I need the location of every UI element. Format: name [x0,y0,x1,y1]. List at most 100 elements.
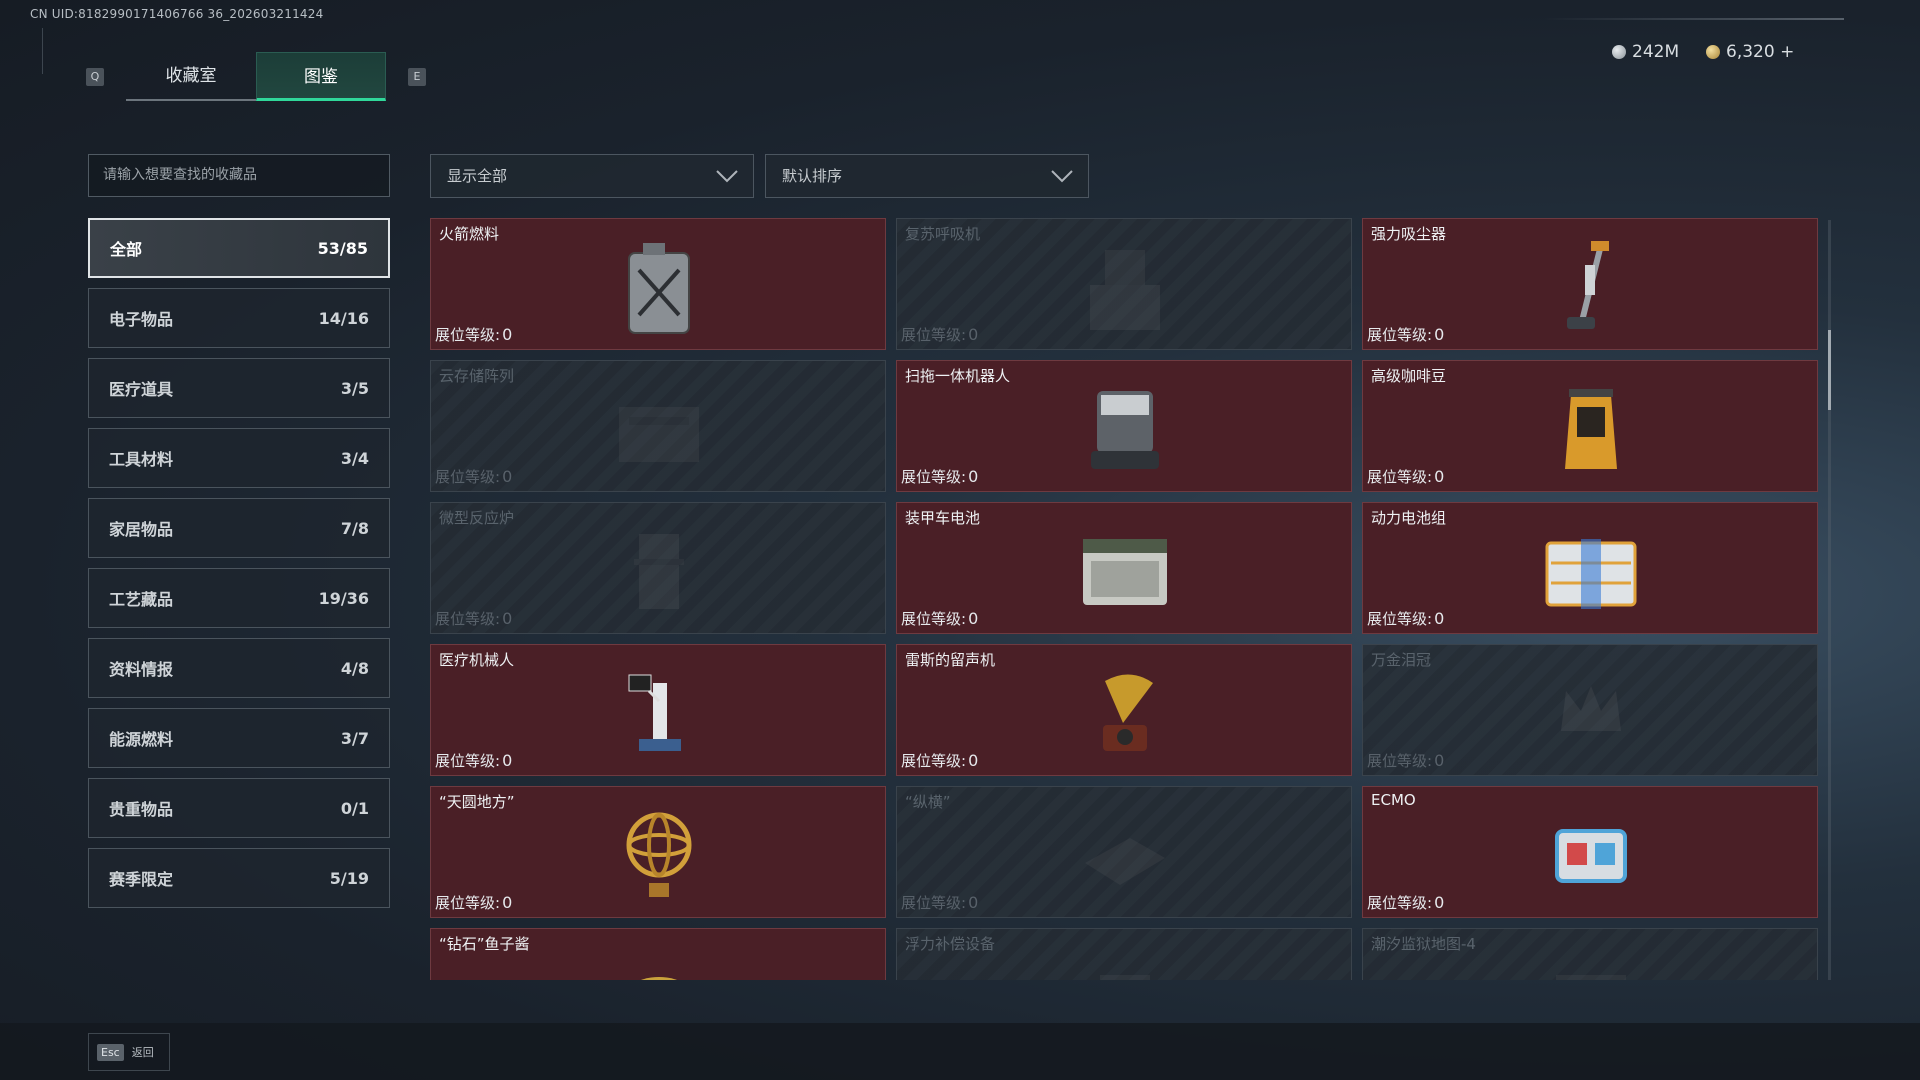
category-label: 全部 [110,240,143,259]
item-card[interactable]: 扫拖一体机器人 展位等级: 0 [896,360,1352,492]
ecmo-icon [1555,829,1627,883]
gramophone-icon [1103,674,1153,751]
item-level: 展位等级: 0 [1367,892,1444,913]
item-name: 装甲车电池 [905,509,981,527]
filter-dropdown[interactable]: 显示全部 [430,154,754,198]
car-battery-icon [1083,539,1167,605]
item-level-value: 0 [502,325,513,344]
category-count: 3/4 [340,448,369,468]
tab-catalog[interactable]: 图鉴 [256,52,386,101]
item-card[interactable]: 万金泪冠展位等级: 0 [1362,644,1818,776]
item-card[interactable]: 云存储阵列 展位等级: 0 [430,360,886,492]
item-card[interactable]: “纵横” 展位等级: 0 [896,786,1352,918]
item-level-value: 0 [1434,325,1445,344]
currency-silver-value: 242M [1632,42,1680,62]
currency-gold[interactable]: 6,320 + [1706,42,1794,62]
item-name: 潮汐监狱地图-4 [1371,935,1476,953]
armillary-icon [626,812,692,897]
ventilator-icon [1090,250,1160,330]
item-card[interactable]: “天圆地方” 展位等级: 0 [430,786,886,918]
map-icon [1556,975,1626,980]
item-name: 雷斯的留声机 [905,651,996,669]
gold-coin-icon [1706,45,1720,59]
category-energy[interactable]: 能源燃料 3/7 [88,708,390,768]
item-card[interactable]: 强力吸尘器 展位等级: 0 [1362,218,1818,350]
category-label: 资料情报 [109,660,174,679]
tab-bar: 收藏室 图鉴 [126,52,386,102]
item-card[interactable]: 高级咖啡豆 展位等级: 0 [1362,360,1818,492]
item-card[interactable]: 雷斯的留声机展位等级: 0 [896,644,1352,776]
item-level-label: 展位等级: [435,610,501,628]
category-medical[interactable]: 医疗道具 3/5 [88,358,390,418]
bcd-icon [1100,975,1150,980]
item-level: 展位等级: 0 [435,466,512,487]
item-level-value: 0 [968,325,979,344]
item-level-value: 0 [502,609,513,628]
item-level-value: 0 [502,751,513,770]
category-count: 4/8 [340,658,369,678]
item-level: 展位等级: 0 [901,324,978,345]
item-level-label: 展位等级: [1367,894,1433,912]
tab-collection-room[interactable]: 收藏室 [126,52,256,101]
item-level-label: 展位等级: [435,752,501,770]
filter-dropdown-value: 显示全部 [447,167,508,185]
category-label: 家居物品 [109,520,174,539]
item-level-value: 0 [968,609,979,628]
category-label: 能源燃料 [109,730,174,749]
item-level-value: 0 [968,751,979,770]
item-card[interactable]: 微型反应炉 展位等级: 0 [430,502,886,634]
category-all[interactable]: 全部 53/85 [88,218,390,278]
item-level-label: 展位等级: [901,752,967,770]
reactor-icon [634,534,684,609]
item-level-label: 展位等级: [1367,752,1433,770]
currency-silver: 242M [1612,42,1679,62]
item-level: 展位等级: 0 [901,608,978,629]
item-card[interactable]: 动力电池组 展位等级: 0 [1362,502,1818,634]
item-level-label: 展位等级: [901,894,967,912]
item-level: 展位等级: 0 [901,750,978,771]
item-name: “钻石”鱼子酱 [439,935,530,953]
currency-gold-value: 6,320 + [1726,42,1795,62]
item-level-value: 0 [1434,467,1445,486]
item-level-value: 0 [968,893,979,912]
category-tools[interactable]: 工具材料 3/4 [88,428,390,488]
item-card[interactable]: 火箭燃料 展位等级: 0 [430,218,886,350]
item-name: ECMO [1371,791,1416,809]
category-count: 53/85 [317,238,368,258]
category-crafts[interactable]: 工艺藏品 19/36 [88,568,390,628]
item-card[interactable]: 装甲车电池展位等级: 0 [896,502,1352,634]
item-level-value: 0 [1434,751,1445,770]
item-card[interactable]: ECMO 展位等级: 0 [1362,786,1818,918]
search-input[interactable]: 请输入想要查找的收藏品 [88,154,390,197]
item-card[interactable]: 潮汐监狱地图-4展位等级:0 [1362,928,1818,980]
category-household[interactable]: 家居物品 7/8 [88,498,390,558]
category-intel[interactable]: 资料情报 4/8 [88,638,390,698]
category-label: 工具材料 [109,450,174,469]
item-level: 展位等级: 0 [435,750,512,771]
item-card[interactable]: 复苏呼吸机展位等级: 0 [896,218,1352,350]
item-card[interactable]: 浮力补偿设备展位等级:0 [896,928,1352,980]
board-icon [1085,838,1165,885]
chevron-down-icon [1051,170,1073,183]
item-name: 浮力补偿设备 [905,935,996,953]
category-label: 赛季限定 [109,870,174,889]
back-button[interactable]: Esc 返回 [88,1033,170,1071]
sort-dropdown[interactable]: 默认排序 [765,154,1089,198]
item-level-value: 0 [1434,893,1445,912]
item-level: 展位等级: 0 [1367,324,1444,345]
item-level-label: 展位等级: [435,468,501,486]
item-grid: 火箭燃料 展位等级: 0 复苏呼吸机 展位等级: 0 强力吸尘器 展位等级: 0 云存储阵列 展位等… [430,218,1820,980]
scrollbar-thumb[interactable] [1828,330,1831,410]
item-level: 展位等级: 0 [435,608,512,629]
sort-dropdown-value: 默认排序 [782,167,843,185]
item-name: 高级咖啡豆 [1371,367,1447,385]
item-level: 展位等级: 0 [901,466,978,487]
item-level-value: 0 [1434,609,1445,628]
item-card[interactable]: 医疗机械人 展位等级: 0 [430,644,886,776]
category-season-limited[interactable]: 赛季限定 5/19 [88,848,390,908]
item-name: 复苏呼吸机 [905,225,981,243]
category-valuables[interactable]: 贵重物品 0/1 [88,778,390,838]
item-card[interactable]: “钻石”鱼子酱展位等级:0 [430,928,886,980]
category-electronics[interactable]: 电子物品 14/16 [88,288,390,348]
item-name: 万金泪冠 [1371,651,1432,669]
